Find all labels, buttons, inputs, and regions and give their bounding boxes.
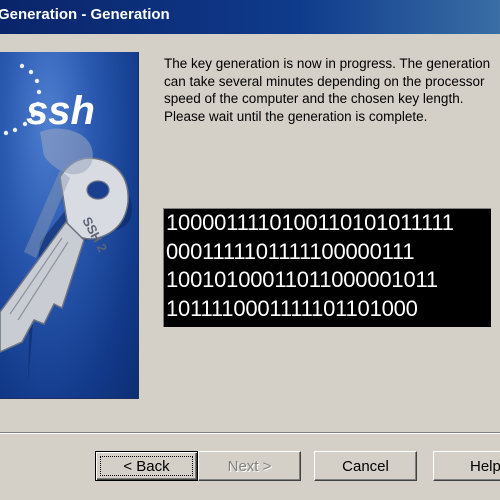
help-button-label: Help	[470, 458, 500, 475]
next-button[interactable]: Next >	[198, 451, 301, 481]
instructions-text: The key generation is now in progress. T…	[164, 56, 491, 124]
back-button[interactable]: < Back	[95, 451, 198, 481]
binary-line: 1000011110100110101011111	[166, 210, 454, 235]
binary-line: 0001111101111100000111	[166, 238, 415, 264]
title-bar[interactable]: Generation - Generation	[0, 0, 500, 34]
binary-line: 10010100011011000001011	[166, 267, 438, 292]
ssh-key-illustration: SSH 2 ssh	[0, 63, 133, 382]
next-button-label: Next >	[227, 458, 272, 475]
binary-line: 1011110001111101101000	[166, 295, 418, 321]
key-generation-wizard: Generation - Generation SSH 2 ssh The ke…	[0, 0, 500, 500]
ssh-logo: ssh	[26, 89, 95, 133]
window-title: Generation - Generation	[0, 6, 170, 23]
back-button-label: < Back	[123, 458, 170, 475]
button-separator	[0, 432, 500, 434]
help-button[interactable]: Help	[433, 451, 500, 481]
cancel-button[interactable]: Cancel	[314, 451, 417, 481]
wizard-banner-image: SSH 2 ssh	[0, 52, 139, 399]
key-generation-progress-display: 1000011110100110101011111 00011111011111…	[163, 208, 491, 327]
cancel-button-label: Cancel	[342, 458, 389, 475]
